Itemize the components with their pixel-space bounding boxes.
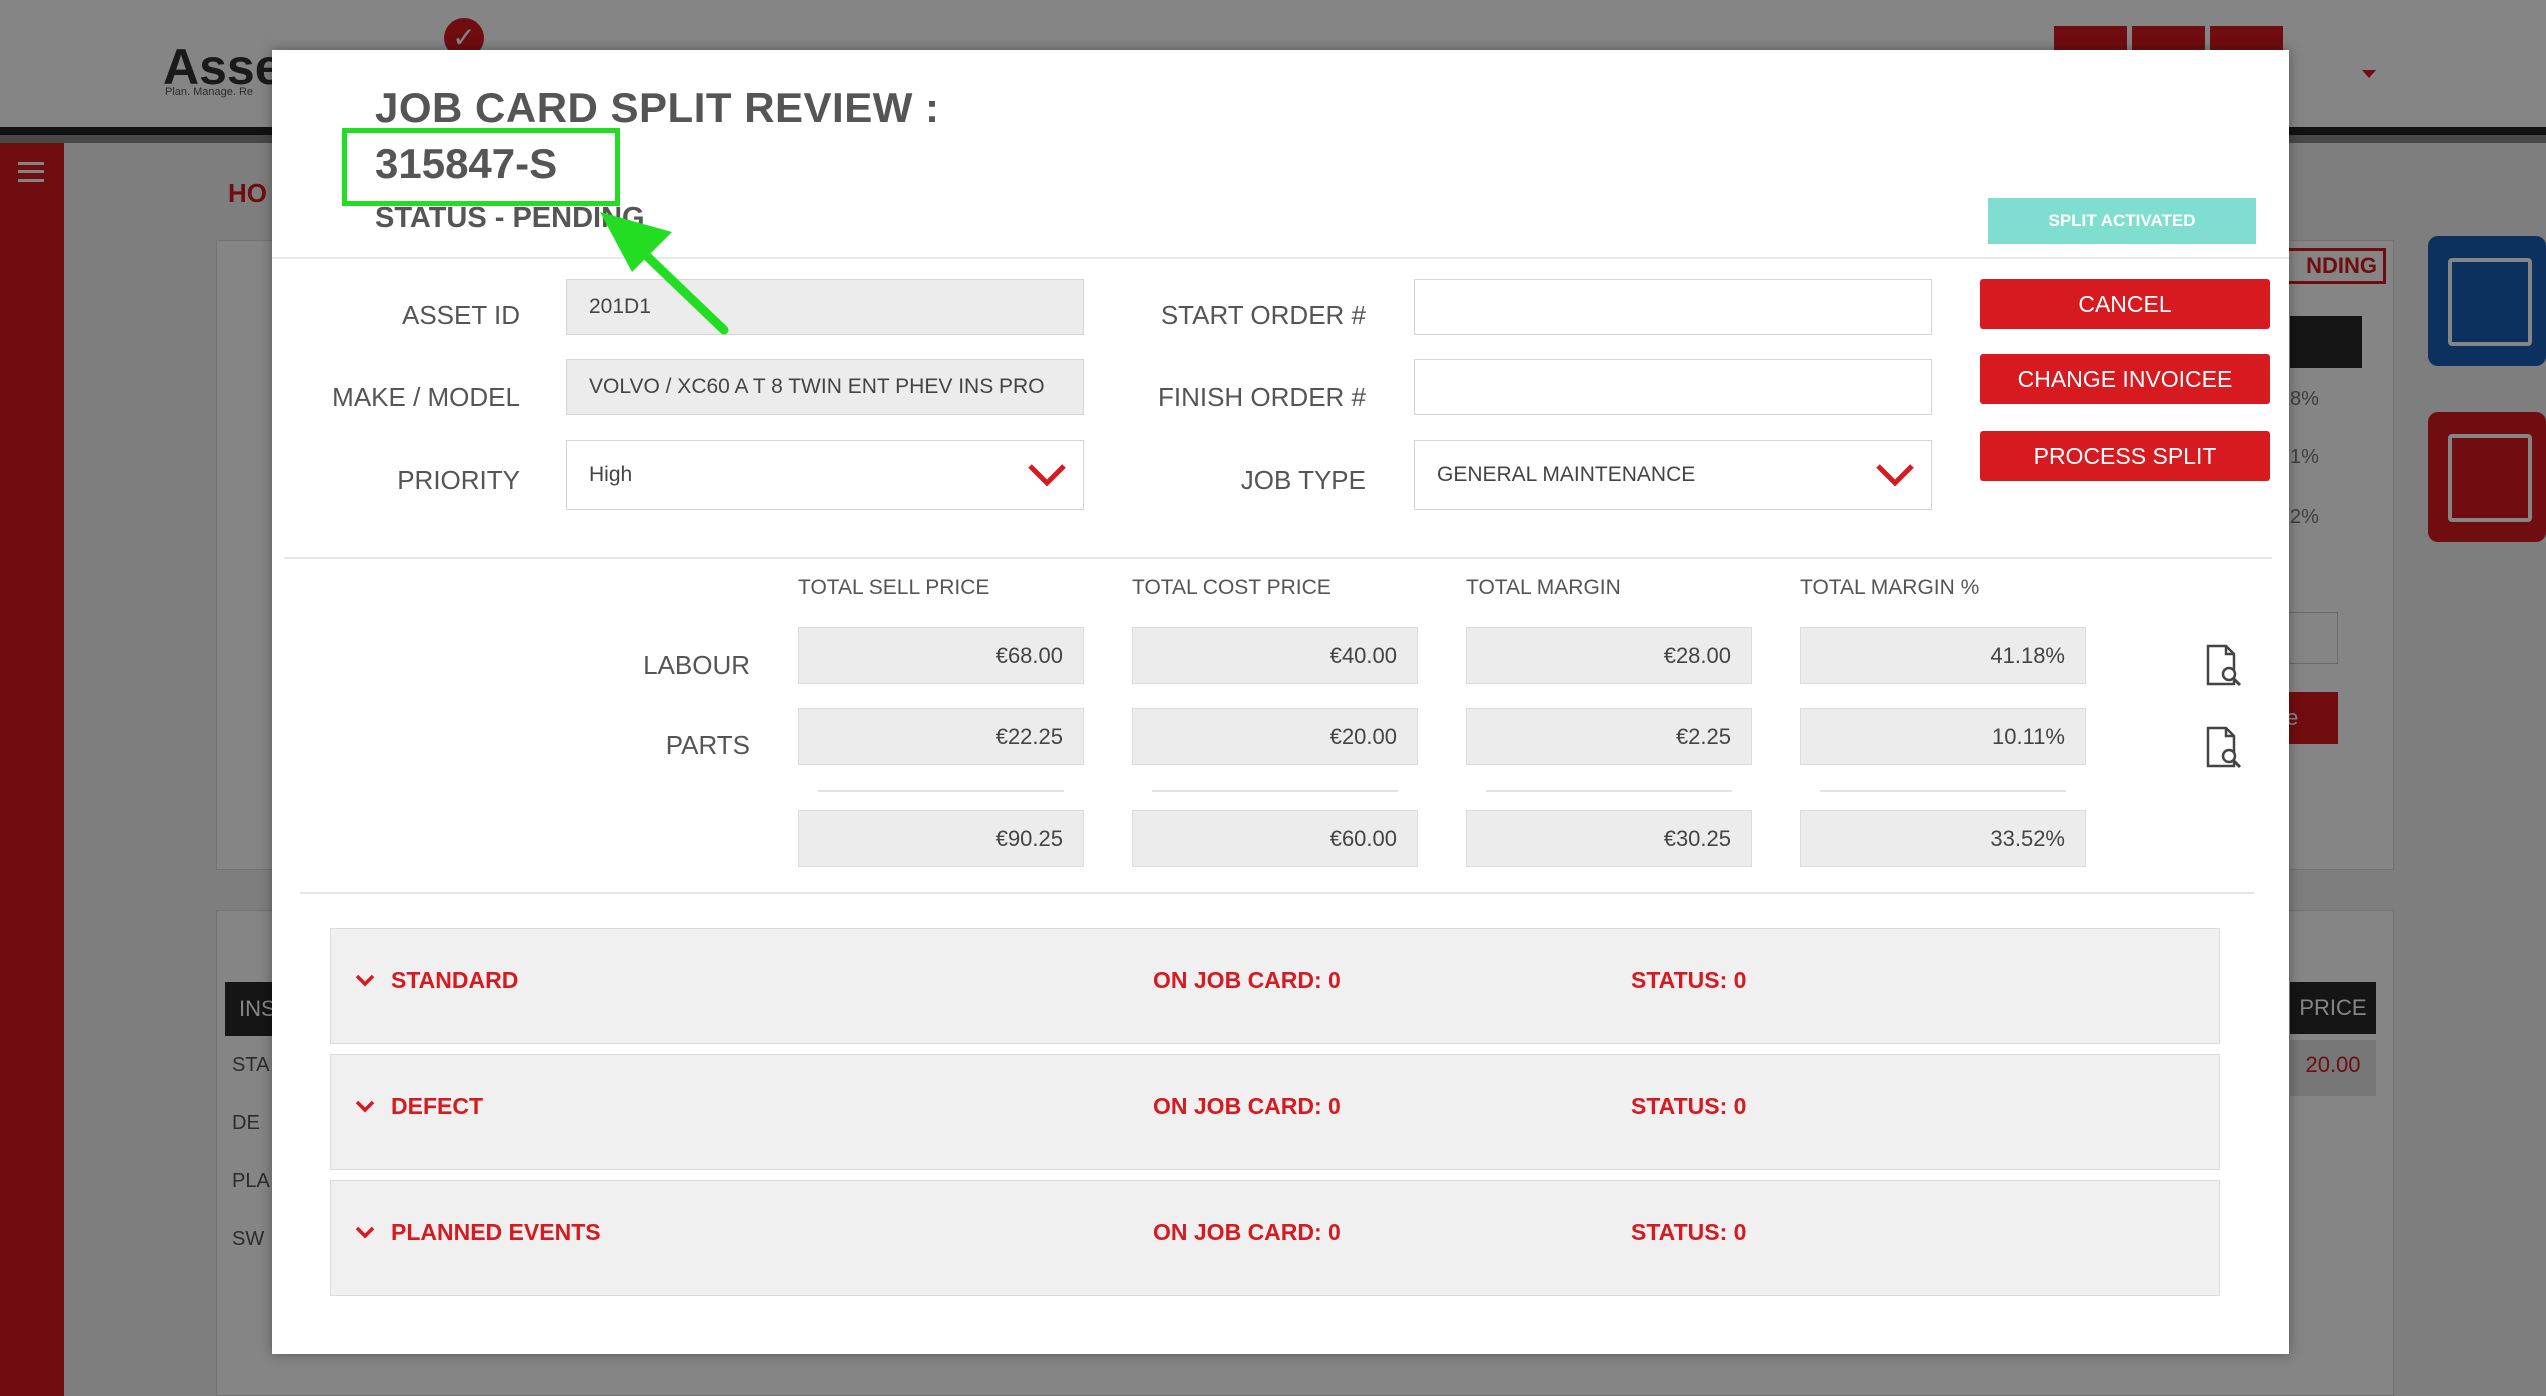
change-invoicee-button[interactable]: CHANGE INVOICEE	[1980, 354, 2270, 404]
job-status: STATUS - PENDING	[375, 202, 645, 234]
on-job-card-count: ON JOB CARD: 0	[1153, 1093, 1341, 1119]
header-divider	[272, 257, 2289, 259]
asset-id-field: 201D1	[566, 279, 1084, 335]
chevron-down-icon	[355, 974, 375, 987]
col-total-cost-price: TOTAL COST PRICE	[1132, 576, 1331, 599]
chevron-down-icon	[1876, 464, 1914, 487]
section-status: STATUS: 0	[1631, 1219, 1747, 1245]
section-planned-events[interactable]: PLANNED EVENTS ON JOB CARD: 0 STATUS: 0	[330, 1180, 2220, 1296]
labour-cost: €40.00	[1132, 627, 1418, 684]
parts-label: PARTS	[665, 730, 750, 760]
job-card-split-modal: JOB CARD SPLIT REVIEW : 315847-S STATUS …	[272, 50, 2289, 1354]
sum-divider	[1486, 790, 1732, 792]
parts-cost: €20.00	[1132, 708, 1418, 765]
total-margin-pct: 33.52%	[1800, 810, 2086, 867]
finish-order-input[interactable]	[1414, 359, 1932, 415]
priority-value: High	[589, 463, 633, 486]
section-defect[interactable]: DEFECT ON JOB CARD: 0 STATUS: 0	[330, 1054, 2220, 1170]
section-label: DEFECT	[391, 1093, 483, 1119]
section-status: STATUS: 0	[1631, 967, 1747, 993]
col-total-margin-pct: TOTAL MARGIN %	[1800, 576, 1980, 599]
priority-label: PRIORITY	[397, 465, 520, 495]
total-sell: €90.25	[798, 810, 1084, 867]
chevron-down-icon	[355, 1226, 375, 1239]
col-total-margin: TOTAL MARGIN	[1466, 576, 1621, 599]
highlight-box	[342, 128, 620, 206]
on-job-card-count: ON JOB CARD: 0	[1153, 967, 1341, 993]
sum-divider	[1152, 790, 1398, 792]
parts-margin: €2.25	[1466, 708, 1752, 765]
chevron-down-icon	[355, 1100, 375, 1113]
parts-sell: €22.25	[798, 708, 1084, 765]
process-split-button[interactable]: PROCESS SPLIT	[1980, 431, 2270, 481]
labour-margin-pct: 41.18%	[1800, 627, 2086, 684]
col-total-sell-price: TOTAL SELL PRICE	[798, 576, 990, 599]
job-type-value: GENERAL MAINTENANCE	[1437, 463, 1696, 486]
section-label: STANDARD	[391, 967, 519, 993]
sum-divider	[818, 790, 1064, 792]
split-activated-badge: SPLIT ACTIVATED	[1988, 198, 2256, 244]
start-order-label: START ORDER #	[1160, 300, 1366, 330]
labour-sell: €68.00	[798, 627, 1084, 684]
section-divider	[284, 557, 2272, 559]
asset-id-label: ASSET ID	[401, 300, 520, 330]
finish-order-label: FINISH ORDER #	[1157, 382, 1366, 412]
section-label: PLANNED EVENTS	[391, 1219, 601, 1245]
job-type-select[interactable]: GENERAL MAINTENANCE	[1414, 440, 1932, 510]
labour-margin: €28.00	[1466, 627, 1752, 684]
make-model-label: MAKE / MODEL	[332, 382, 520, 412]
job-type-label: JOB TYPE	[1240, 465, 1366, 495]
on-job-card-count: ON JOB CARD: 0	[1153, 1219, 1341, 1245]
priority-select[interactable]: High	[566, 440, 1084, 510]
document-search-icon[interactable]	[2204, 644, 2244, 688]
labour-label: LABOUR	[643, 650, 750, 680]
cancel-button[interactable]: CANCEL	[1980, 279, 2270, 329]
make-model-field: VOLVO / XC60 A T 8 TWIN ENT PHEV INS PRO	[566, 359, 1084, 415]
sum-divider	[1820, 790, 2066, 792]
total-cost: €60.00	[1132, 810, 1418, 867]
chevron-down-icon	[1028, 464, 1066, 487]
section-status: STATUS: 0	[1631, 1093, 1747, 1119]
total-margin: €30.25	[1466, 810, 1752, 867]
section-standard[interactable]: STANDARD ON JOB CARD: 0 STATUS: 0	[330, 928, 2220, 1044]
document-search-icon[interactable]	[2204, 726, 2244, 770]
section-divider	[300, 892, 2254, 894]
modal-title: JOB CARD SPLIT REVIEW :	[375, 84, 940, 131]
parts-margin-pct: 10.11%	[1800, 708, 2086, 765]
start-order-input[interactable]	[1414, 279, 1932, 335]
